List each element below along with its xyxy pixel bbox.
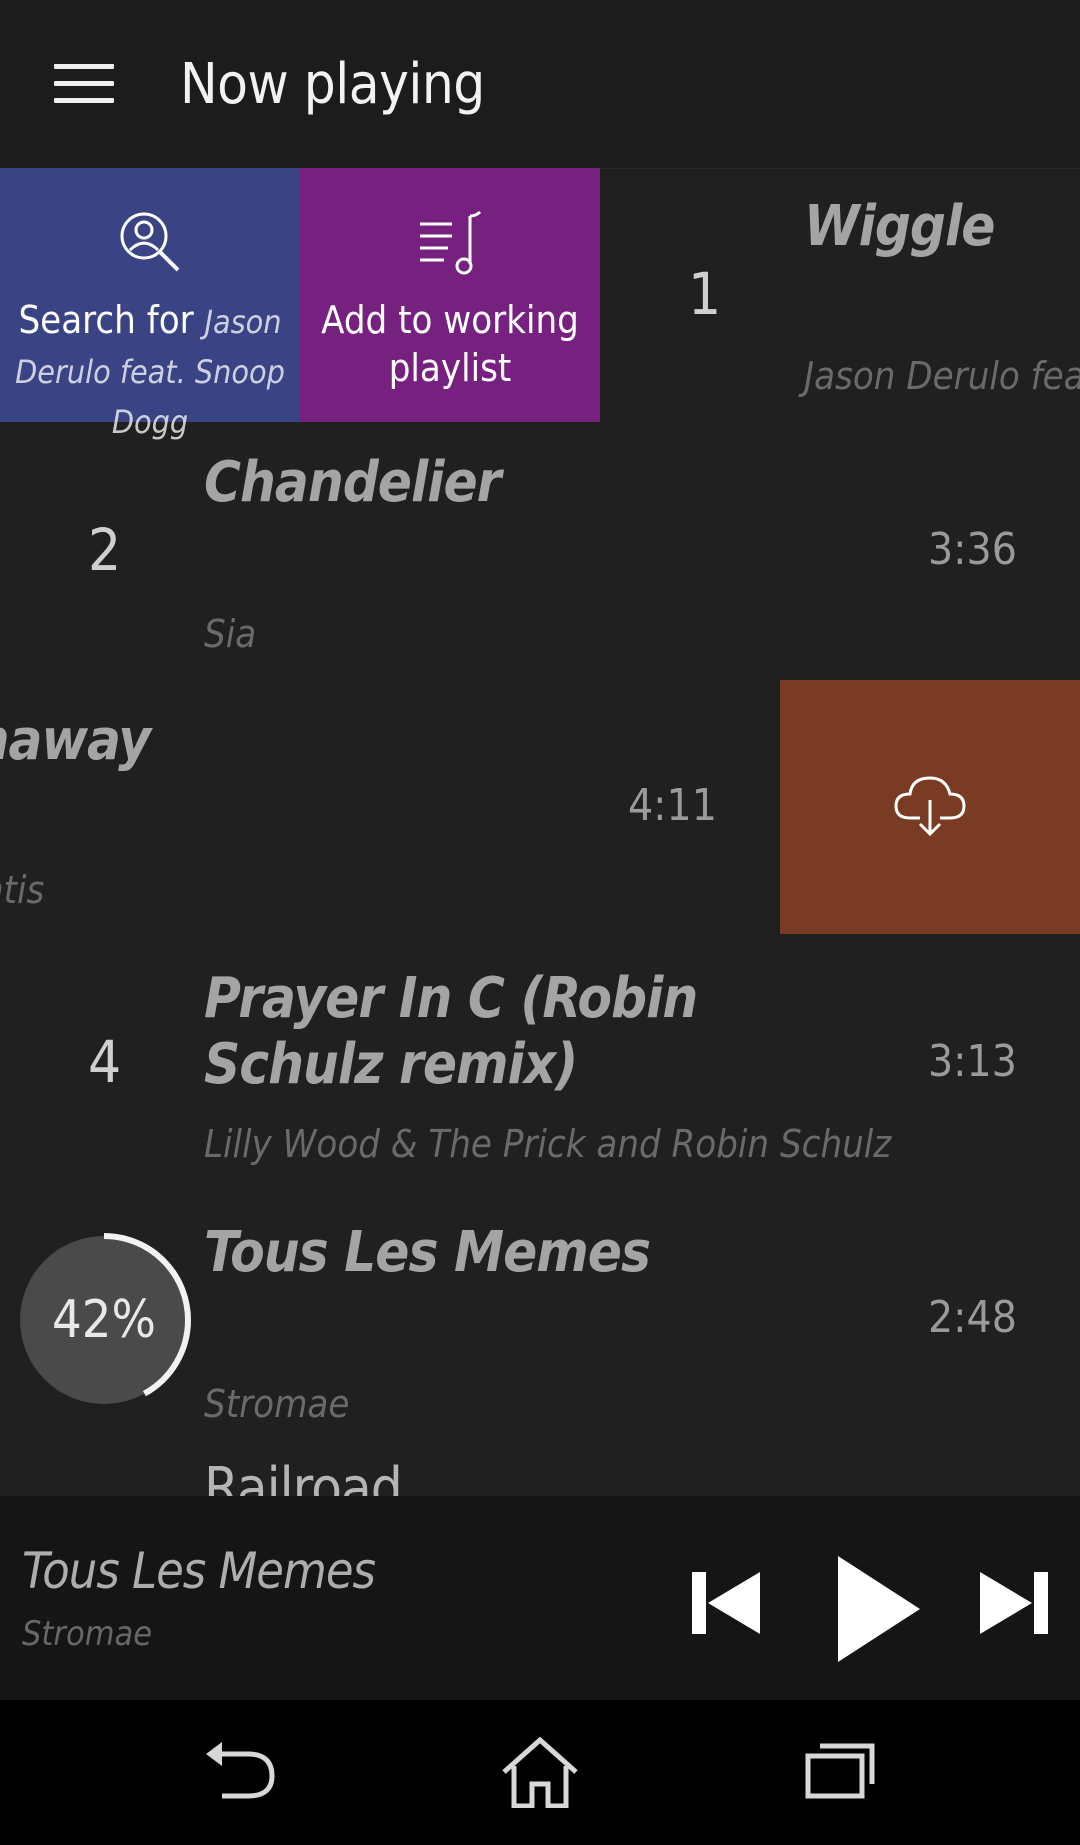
add-line2-label: playlist bbox=[388, 346, 512, 390]
track-title: Prayer In C (Robin Schulz remix) bbox=[204, 966, 698, 1097]
add-line1-label: Add to working bbox=[321, 298, 579, 342]
track-title: Tous Les Memes bbox=[204, 1220, 651, 1285]
search-person-icon bbox=[120, 212, 180, 272]
add-to-playlist-button[interactable]: Add to working playlist bbox=[300, 168, 600, 422]
track-artist: Jason Derulo feat. Snoop Dogg bbox=[804, 354, 1080, 398]
track-number: 4 bbox=[88, 1028, 122, 1096]
playlist-add-icon bbox=[420, 210, 482, 275]
system-nav-bar bbox=[0, 1700, 1080, 1845]
player-track-artist: Stromae bbox=[22, 1614, 153, 1654]
page-title: Now playing bbox=[180, 52, 485, 117]
track-title: Railroad bbox=[204, 1456, 403, 1496]
track-row-6[interactable]: Railroad bbox=[0, 1448, 1080, 1496]
track-row-4[interactable]: 4 Prayer In C (Robin Schulz remix) Lilly… bbox=[0, 936, 1080, 1192]
track-duration: 4:11 bbox=[628, 780, 717, 831]
track-row-2[interactable]: 2 Chandelier Sia 3:36 bbox=[0, 424, 1080, 680]
home-icon[interactable] bbox=[500, 1736, 580, 1812]
search-prefix-label: Search for bbox=[18, 298, 194, 342]
recent-apps-icon[interactable] bbox=[804, 1740, 876, 1804]
track-title: Chandelier bbox=[204, 450, 501, 515]
track-number: 1 bbox=[688, 260, 722, 328]
track-artist: Stromae bbox=[204, 1382, 350, 1426]
app-root: Now playing Search for Jason Derulo feat… bbox=[0, 0, 1080, 1845]
search-artist-button[interactable]: Search for Jason Derulo feat. Snoop Dogg bbox=[0, 168, 300, 441]
back-icon[interactable] bbox=[204, 1740, 278, 1804]
track-row-3[interactable]: 3 Runaway Galantis 4:11 bbox=[0, 680, 1080, 936]
track-title: Runaway bbox=[0, 708, 151, 773]
player-track-title: Tous Les Memes bbox=[22, 1542, 376, 1600]
app-header: Now playing bbox=[0, 0, 1080, 169]
track-title: Wiggle bbox=[804, 194, 995, 259]
track-artist: Galantis bbox=[0, 868, 45, 912]
track-duration: 3:36 bbox=[928, 524, 1017, 575]
track-artist: Lilly Wood & The Prick and Robin Schulz bbox=[204, 1122, 892, 1166]
track-duration: 2:48 bbox=[928, 1292, 1017, 1343]
next-track-icon[interactable] bbox=[978, 1570, 1050, 1640]
download-button[interactable] bbox=[780, 680, 1080, 934]
cloud-download-icon bbox=[894, 776, 966, 837]
progress-percent: 42% bbox=[52, 1290, 156, 1350]
play-icon[interactable] bbox=[836, 1554, 922, 1668]
download-progress-indicator: 42% bbox=[16, 1232, 192, 1408]
track-row-1[interactable]: Search for Jason Derulo feat. Snoop Dogg… bbox=[0, 168, 1080, 441]
now-playing-bar[interactable]: Tous Les Memes Stromae bbox=[0, 1496, 1080, 1700]
hamburger-menu-icon[interactable] bbox=[54, 64, 114, 104]
track-number: 2 bbox=[88, 516, 122, 584]
track-duration: 3:13 bbox=[928, 1036, 1017, 1087]
previous-track-icon[interactable] bbox=[690, 1570, 762, 1640]
track-artist: Sia bbox=[204, 612, 257, 656]
